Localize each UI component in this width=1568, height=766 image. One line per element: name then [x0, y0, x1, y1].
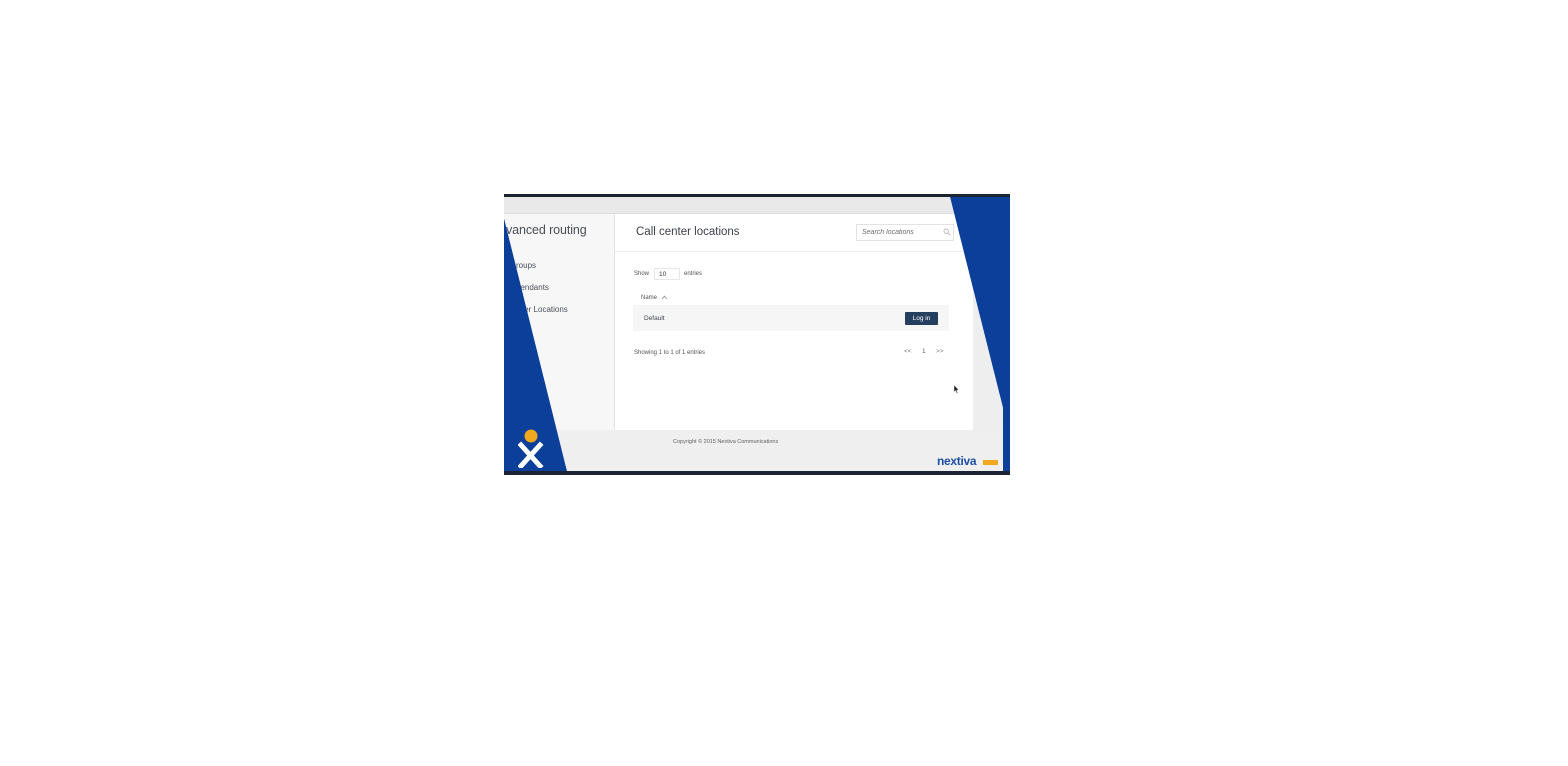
entries-per-page-select[interactable]: 10: [654, 268, 680, 280]
title-divider: [615, 251, 973, 252]
nextiva-x-icon: [518, 429, 544, 468]
table-row: Default Log in: [633, 305, 949, 331]
frame-bottom-border: [504, 471, 1010, 475]
copyright-text: Copyright © 2015 Nextiva Communications: [673, 439, 779, 445]
sidebar-item-call-center-locations[interactable]: ter Locations: [522, 305, 568, 314]
sort-ascending-icon[interactable]: [661, 294, 668, 301]
entries-label: entries: [684, 271, 703, 277]
column-header-name[interactable]: Name: [641, 295, 657, 301]
nextiva-tag-badge: [983, 460, 998, 465]
search-box[interactable]: [856, 224, 954, 241]
sidebar-title: vanced routing: [506, 223, 587, 237]
pagination-last[interactable]: >>: [936, 348, 944, 355]
search-input[interactable]: [862, 225, 940, 240]
video-frame: vanced routing roups ttendants ter Locat…: [504, 194, 1010, 475]
app-screen: vanced routing roups ttendants ter Locat…: [504, 197, 1003, 471]
right-gutter: [973, 214, 1003, 430]
search-icon[interactable]: [943, 228, 951, 236]
sidebar-item-attendants[interactable]: ttendants: [516, 283, 549, 292]
location-name: Default: [644, 315, 665, 322]
show-label: Show: [634, 271, 650, 277]
sidebar: [504, 214, 615, 430]
nextiva-wordmark: nextiva: [937, 454, 977, 468]
footer: [504, 430, 1003, 471]
page-title: Call center locations: [636, 226, 740, 238]
pagination-first[interactable]: <<: [904, 348, 912, 355]
mouse-cursor-icon: [954, 385, 960, 394]
log-in-button[interactable]: Log in: [905, 312, 938, 325]
browser-toolbar: [504, 197, 1003, 214]
pagination-page[interactable]: 1: [922, 348, 926, 355]
table-info: Showing 1 to 1 of 1 entries: [634, 350, 706, 356]
sidebar-item-groups[interactable]: roups: [516, 261, 536, 270]
frame-top-border: [504, 194, 1010, 197]
